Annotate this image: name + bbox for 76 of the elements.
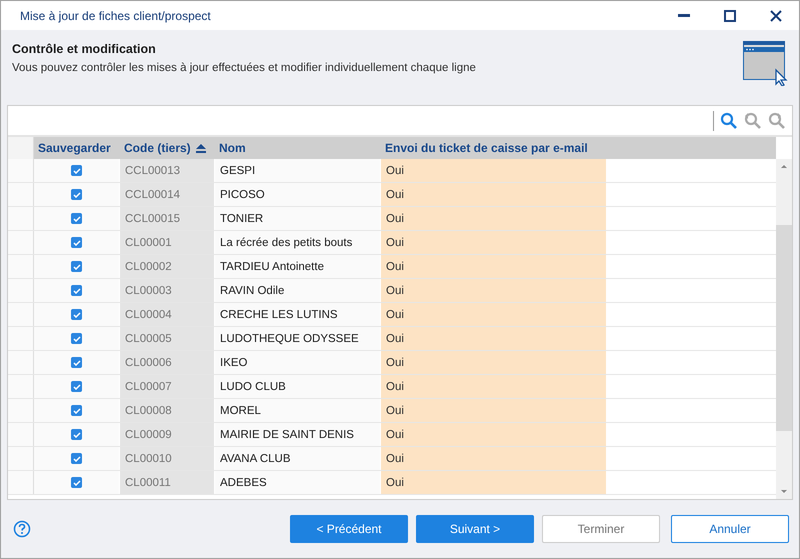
zoom-out-icon[interactable] <box>744 112 762 130</box>
checkbox[interactable] <box>71 381 82 392</box>
table-cell: Oui <box>381 375 607 398</box>
dialog-button[interactable]: < Précédent <box>290 515 408 543</box>
table-cell: ADEBES <box>215 471 381 494</box>
table-cell: PICOSO <box>215 183 381 206</box>
table-cell: CL00002 <box>120 255 215 278</box>
table-cell: Oui <box>381 231 607 254</box>
column-header[interactable]: Code (tiers) <box>120 137 215 159</box>
window-title: Mise à jour de fiches client/prospect <box>20 8 212 22</box>
table-cell: CL00007 <box>120 375 215 398</box>
table-cell: TARDIEU Antoinette <box>215 255 381 278</box>
minimize-icon <box>678 14 690 18</box>
table-cell: CL00001 <box>120 231 215 254</box>
column-header[interactable]: Sauvegarder <box>34 137 120 159</box>
table-cell: MOREL <box>215 399 381 422</box>
table-cell: Oui <box>381 447 607 470</box>
checkbox[interactable] <box>71 453 82 464</box>
table-cell: Oui <box>381 327 607 350</box>
table-cell: GESPI <box>215 159 381 182</box>
maximize-icon <box>724 10 736 22</box>
table-cell: Oui <box>381 159 607 182</box>
column-header[interactable]: Nom <box>215 137 381 159</box>
checkbox[interactable] <box>71 213 82 224</box>
table-cell: CL00009 <box>120 423 215 446</box>
checkbox[interactable] <box>71 189 82 200</box>
checkbox[interactable] <box>71 237 82 248</box>
zoom-in-icon[interactable] <box>768 112 786 130</box>
table-cell: LUDOTHEQUE ODYSSEE <box>215 327 381 350</box>
column-header[interactable]: Envoi du ticket de caisse par e-mail <box>381 137 607 159</box>
checkbox[interactable] <box>71 405 82 416</box>
table-cell: LUDO CLUB <box>215 375 381 398</box>
table-cell: CRECHE LES LUTINS <box>215 303 381 326</box>
checkbox[interactable] <box>71 429 82 440</box>
table-cell: Oui <box>381 351 607 374</box>
table-cell: CL00008 <box>120 399 215 422</box>
close-icon <box>770 10 782 22</box>
checkbox[interactable] <box>71 285 82 296</box>
table-cell: TONIER <box>215 207 381 230</box>
table-cell: RAVIN Odile <box>215 279 381 302</box>
search-icon[interactable] <box>720 112 738 130</box>
scrollbar[interactable] <box>776 159 792 499</box>
section-title: Contrôle et modification <box>12 42 157 56</box>
table-cell: CCL00013 <box>120 159 215 182</box>
table-cell: CL00003 <box>120 279 215 302</box>
table-cell: Oui <box>381 279 607 302</box>
section-description: Vous pouvez contrôler les mises à jour effectuées et modifier individuellement chaque ligne <box>12 62 477 74</box>
table-cell: Oui <box>381 471 607 494</box>
windows-icon <box>741 40 789 86</box>
scrollbar-thumb[interactable] <box>776 225 792 431</box>
table-cell: CL00004 <box>120 303 215 326</box>
table-cell: Oui <box>381 207 607 230</box>
checkbox[interactable] <box>71 261 82 272</box>
dialog-button[interactable]: Suivant > <box>416 515 534 543</box>
table-cell: Oui <box>381 423 607 446</box>
table-cell: Oui <box>381 303 607 326</box>
checkbox[interactable] <box>71 165 82 176</box>
table-cell: Oui <box>381 255 607 278</box>
checkbox[interactable] <box>71 357 82 368</box>
checkbox[interactable] <box>71 477 82 488</box>
checkbox[interactable] <box>71 309 82 320</box>
table-cell: La récrée des petits bouts <box>215 231 381 254</box>
table-cell: CL00005 <box>120 327 215 350</box>
dialog-button[interactable]: Annuler <box>671 515 789 543</box>
table-cell: CL00006 <box>120 351 215 374</box>
checkbox[interactable] <box>71 333 82 344</box>
table-cell: CL00010 <box>120 447 215 470</box>
table-cell: CCL00014 <box>120 183 215 206</box>
table-cell: Oui <box>381 183 607 206</box>
table-cell: CL00011 <box>120 471 215 494</box>
help-icon[interactable] <box>13 520 31 538</box>
table-cell: AVANA CLUB <box>215 447 381 470</box>
table-cell: CCL00015 <box>120 207 215 230</box>
table-cell: MAIRIE DE SAINT DENIS <box>215 423 381 446</box>
table-cell: IKEO <box>215 351 381 374</box>
table-cell: Oui <box>381 399 607 422</box>
